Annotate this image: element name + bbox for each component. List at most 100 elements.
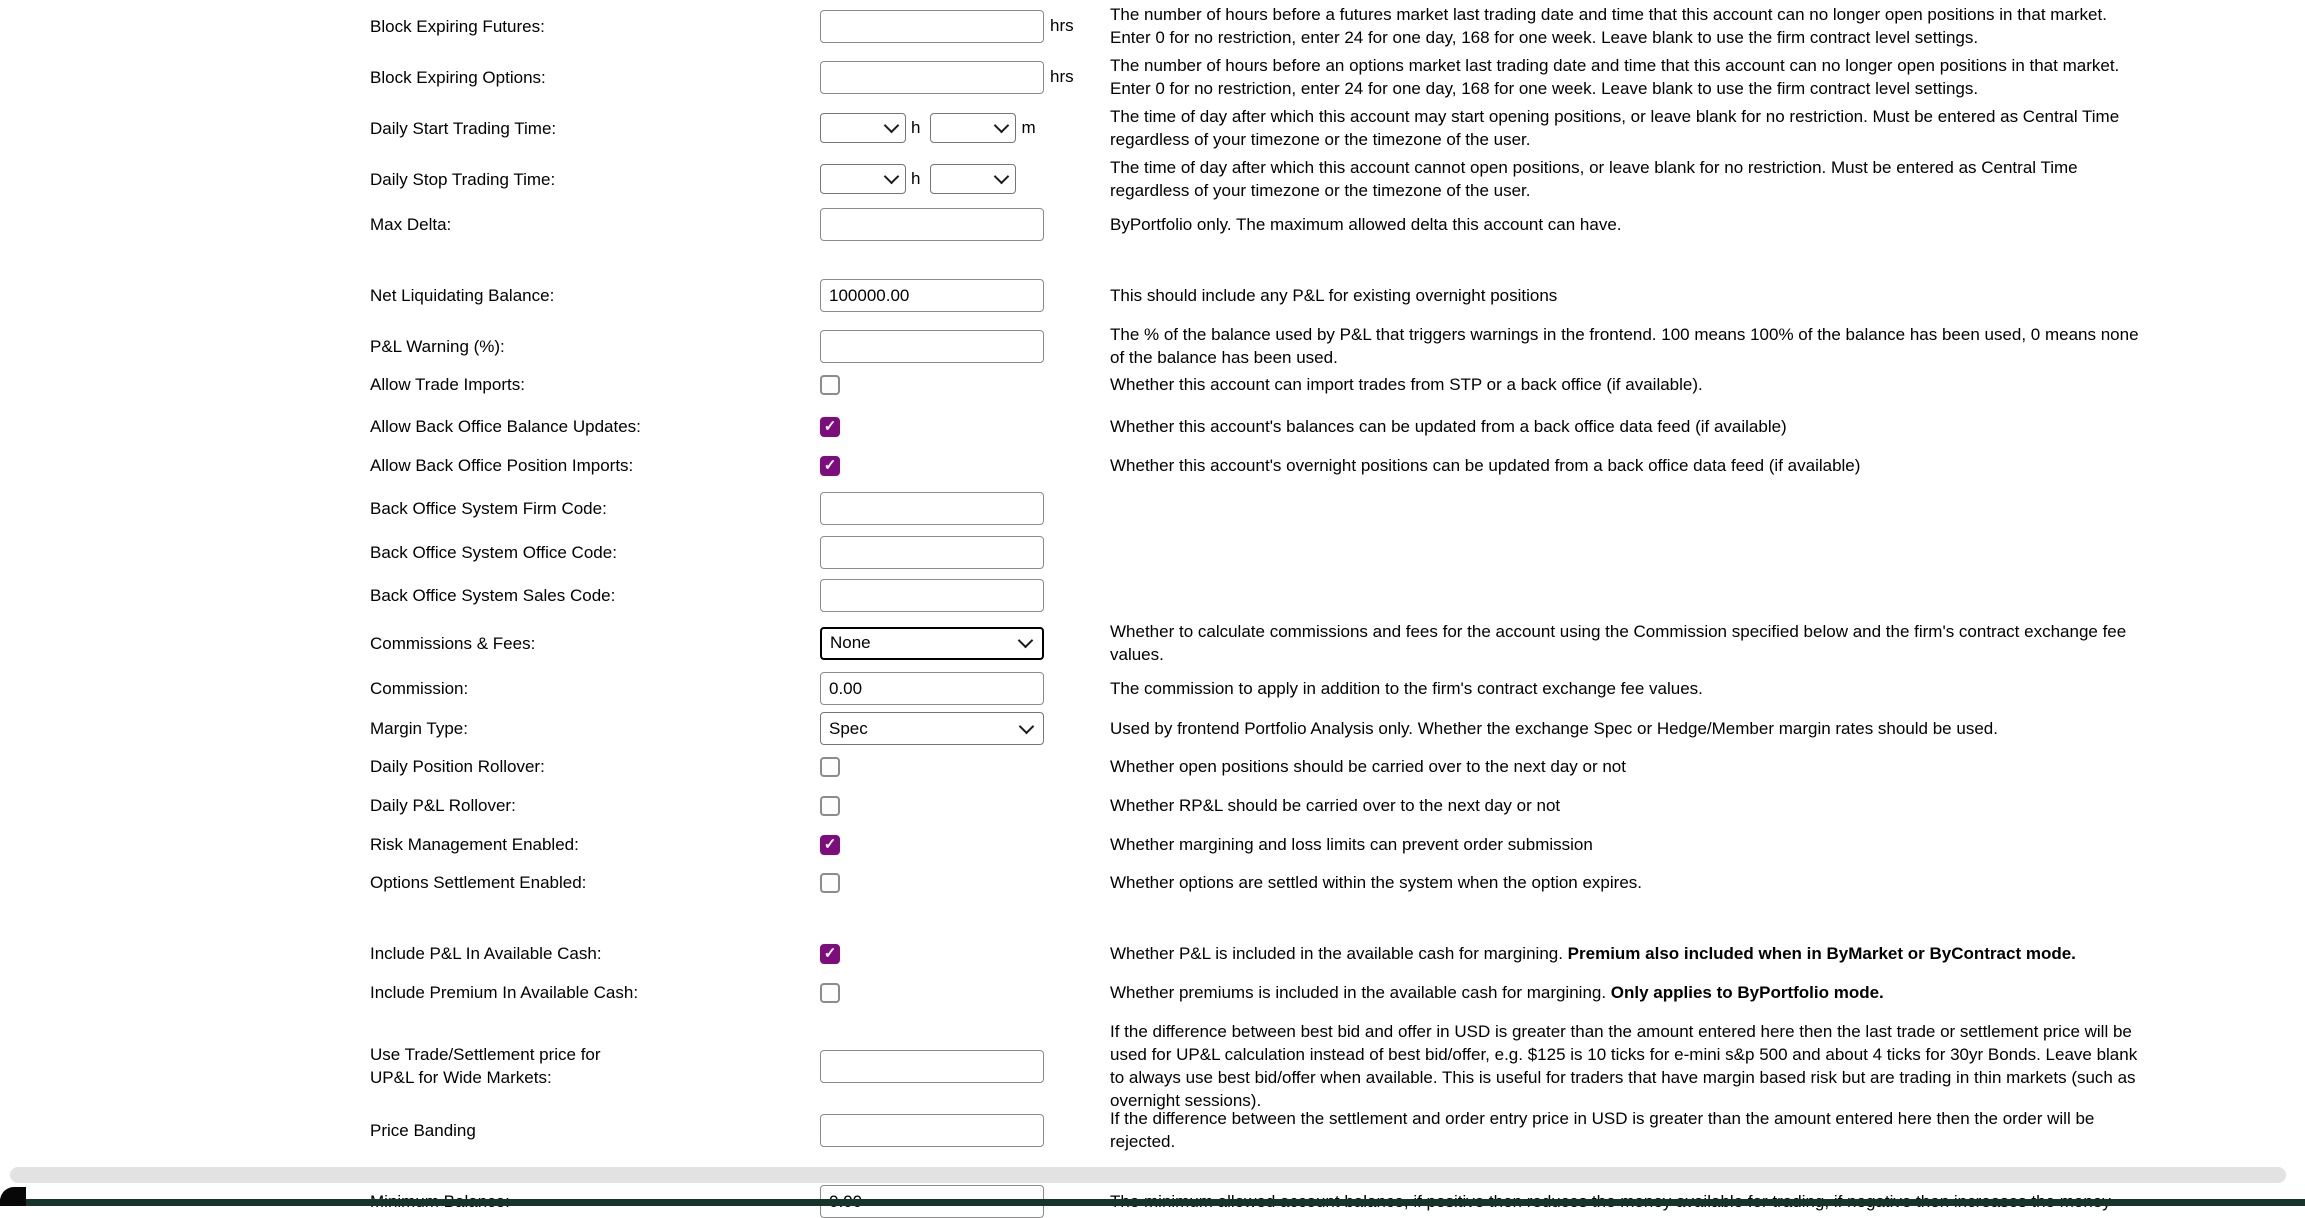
max-delta-input[interactable]	[820, 208, 1044, 241]
field-control-block-expiring-futures: hrs	[820, 10, 1110, 43]
daily-stop-trading-time-select-hours[interactable]	[820, 164, 906, 194]
field-label-line: Commissions & Fees:	[370, 632, 820, 655]
field-control-daily-start-trading-time: hm	[820, 113, 1110, 143]
description-text: Only applies to ByPortfolio mode.	[1611, 983, 1884, 1002]
description-text: Whether this account's overnight positio…	[1110, 456, 1860, 475]
field-label-max-delta: Max Delta:	[370, 213, 820, 236]
field-description-risk-management-enabled: Whether margining and loss limits can pr…	[1110, 833, 2150, 856]
back-office-system-office-code-input[interactable]	[820, 536, 1044, 569]
unit-label: h	[911, 118, 920, 138]
daily-position-rollover-checkbox[interactable]	[820, 757, 840, 777]
field-label-line: Commission:	[370, 677, 820, 700]
description-text: Whether this account can import trades f…	[1110, 375, 1703, 394]
daily-start-trading-time-select-hours[interactable]	[820, 113, 906, 143]
field-description-max-delta: ByPortfolio only. The maximum allowed de…	[1110, 213, 2150, 236]
field-control-allow-back-office-position-imports: ✓	[820, 456, 1110, 476]
commission-input[interactable]	[820, 672, 1044, 705]
net-liquidating-balance-input[interactable]	[820, 279, 1044, 312]
form-row-pnl-warning: P&L Warning (%):The % of the balance use…	[370, 323, 2150, 369]
daily-pnl-rollover-checkbox[interactable]	[820, 796, 840, 816]
description-text: Used by frontend Portfolio Analysis only…	[1110, 719, 1998, 738]
use-trade-settlement-price-input[interactable]	[820, 1050, 1044, 1083]
field-control-back-office-system-sales-code	[820, 579, 1110, 612]
allow-back-office-balance-updates-checkbox[interactable]: ✓	[820, 417, 840, 437]
chevron-down-icon	[884, 118, 900, 134]
form-row-allow-trade-imports: Allow Trade Imports: Whether this account…	[370, 368, 2150, 401]
form-row-back-office-system-sales-code: Back Office System Sales Code:	[370, 579, 2150, 612]
pnl-warning-input[interactable]	[820, 330, 1044, 363]
allow-trade-imports-checkbox[interactable]	[820, 375, 840, 395]
field-label-daily-position-rollover: Daily Position Rollover:	[370, 755, 820, 778]
field-control-back-office-system-office-code	[820, 536, 1110, 569]
checkmark-icon: ✓	[824, 837, 837, 852]
description-text: Premium also included when in ByMarket o…	[1568, 944, 2076, 963]
field-control-allow-back-office-balance-updates: ✓	[820, 417, 1110, 437]
field-label-line: Allow Back Office Balance Updates:	[370, 415, 820, 438]
description-text: The time of day after which this account…	[1110, 107, 2119, 149]
field-label-line: Net Liquidating Balance:	[370, 284, 820, 307]
account-settings-form-page: { "colors":{ "checkbox_accent":"#7d0d7d"…	[0, 0, 2305, 1206]
form-row-daily-pnl-rollover: Daily P&L Rollover:Whether RP&L should b…	[370, 789, 2150, 822]
back-office-system-firm-code-input[interactable]	[820, 492, 1044, 525]
chevron-down-icon	[994, 169, 1010, 185]
field-description-include-premium-in-available-cash: Whether premiums is included in the avai…	[1110, 981, 2150, 1004]
field-control-daily-position-rollover	[820, 757, 1110, 777]
checkmark-icon: ✓	[824, 458, 837, 473]
checkmark-icon: ✓	[824, 946, 837, 961]
field-label-back-office-system-sales-code: Back Office System Sales Code:	[370, 584, 820, 607]
daily-stop-trading-time-select-minutes[interactable]	[930, 164, 1016, 194]
field-label-margin-type: Margin Type:	[370, 717, 820, 740]
daily-start-trading-time-select-minutes[interactable]	[930, 113, 1016, 143]
field-label-price-banding: Price Banding	[370, 1119, 820, 1142]
form-row-daily-stop-trading-time: Daily Stop Trading Time:hThe time of day…	[370, 156, 2150, 202]
field-description-daily-position-rollover: Whether open positions should be carried…	[1110, 755, 2150, 778]
field-control-daily-stop-trading-time: h	[820, 164, 1110, 194]
field-label-line: Include Premium In Available Cash:	[370, 981, 820, 1004]
field-control-net-liquidating-balance	[820, 279, 1110, 312]
field-label-daily-start-trading-time: Daily Start Trading Time:	[370, 117, 820, 140]
field-label-allow-trade-imports: Allow Trade Imports:	[370, 373, 820, 396]
field-control-margin-type: Spec	[820, 712, 1110, 745]
form-row-include-pnl-in-available-cash: Include P&L In Available Cash:✓Whether P…	[370, 937, 2150, 970]
horizontal-scrollbar-thumb[interactable]	[10, 1167, 2286, 1183]
form-row-back-office-system-firm-code: Back Office System Firm Code:	[370, 492, 2150, 525]
block-expiring-futures-input[interactable]	[820, 10, 1044, 43]
field-description-price-banding: If the difference between the settlement…	[1110, 1107, 2150, 1153]
field-label-line: Back Office System Firm Code:	[370, 497, 820, 520]
field-description-commission: The commission to apply in addition to t…	[1110, 677, 2150, 700]
risk-management-enabled-checkbox[interactable]: ✓	[820, 835, 840, 855]
field-label-include-premium-in-available-cash: Include Premium In Available Cash:	[370, 981, 820, 1004]
form-row-daily-start-trading-time: Daily Start Trading Time:hmThe time of d…	[370, 105, 2150, 151]
field-label-line: P&L Warning (%):	[370, 335, 820, 358]
block-expiring-options-input[interactable]	[820, 61, 1044, 94]
select-value: None	[830, 633, 871, 653]
include-premium-in-available-cash-checkbox[interactable]	[820, 983, 840, 1003]
field-label-daily-stop-trading-time: Daily Stop Trading Time:	[370, 168, 820, 191]
description-text: Whether open positions should be carried…	[1110, 757, 1626, 776]
field-label-line: Options Settlement Enabled:	[370, 871, 820, 894]
field-control-include-pnl-in-available-cash: ✓	[820, 944, 1110, 964]
commissions-and-fees-select[interactable]: None	[820, 627, 1044, 660]
allow-back-office-position-imports-checkbox[interactable]: ✓	[820, 456, 840, 476]
field-description-daily-start-trading-time: The time of day after which this account…	[1110, 105, 2150, 151]
form-row-risk-management-enabled: Risk Management Enabled: ✓ Whether margini…	[370, 828, 2150, 861]
field-label-line: Back Office System Sales Code:	[370, 584, 820, 607]
include-pnl-in-available-cash-checkbox[interactable]: ✓	[820, 944, 840, 964]
field-control-options-settlement-enabled	[820, 873, 1110, 893]
description-text: The time of day after which this account…	[1110, 158, 2078, 200]
field-description-allow-back-office-balance-updates: Whether this account's balances can be u…	[1110, 415, 2150, 438]
field-control-max-delta	[820, 208, 1110, 241]
form-row-price-banding: Price Banding If the difference between t…	[370, 1107, 2150, 1153]
field-description-block-expiring-futures: The number of hours before a futures mar…	[1110, 3, 2150, 49]
margin-type-select[interactable]: Spec	[820, 712, 1044, 745]
form-row-max-delta: Max Delta: ByPortfolio only. The maximum …	[370, 208, 2150, 241]
field-label-line: Risk Management Enabled:	[370, 833, 820, 856]
field-label-line: Allow Trade Imports:	[370, 373, 820, 396]
form-row-daily-position-rollover: Daily Position Rollover: Whether open pos…	[370, 750, 2150, 783]
price-banding-input[interactable]	[820, 1114, 1044, 1147]
field-label-line: Margin Type:	[370, 717, 820, 740]
field-label-daily-pnl-rollover: Daily P&L Rollover:	[370, 794, 820, 817]
options-settlement-enabled-checkbox[interactable]	[820, 873, 840, 893]
field-description-use-trade-settlement-price: If the difference between best bid and o…	[1110, 1020, 2150, 1112]
back-office-system-sales-code-input[interactable]	[820, 579, 1044, 612]
